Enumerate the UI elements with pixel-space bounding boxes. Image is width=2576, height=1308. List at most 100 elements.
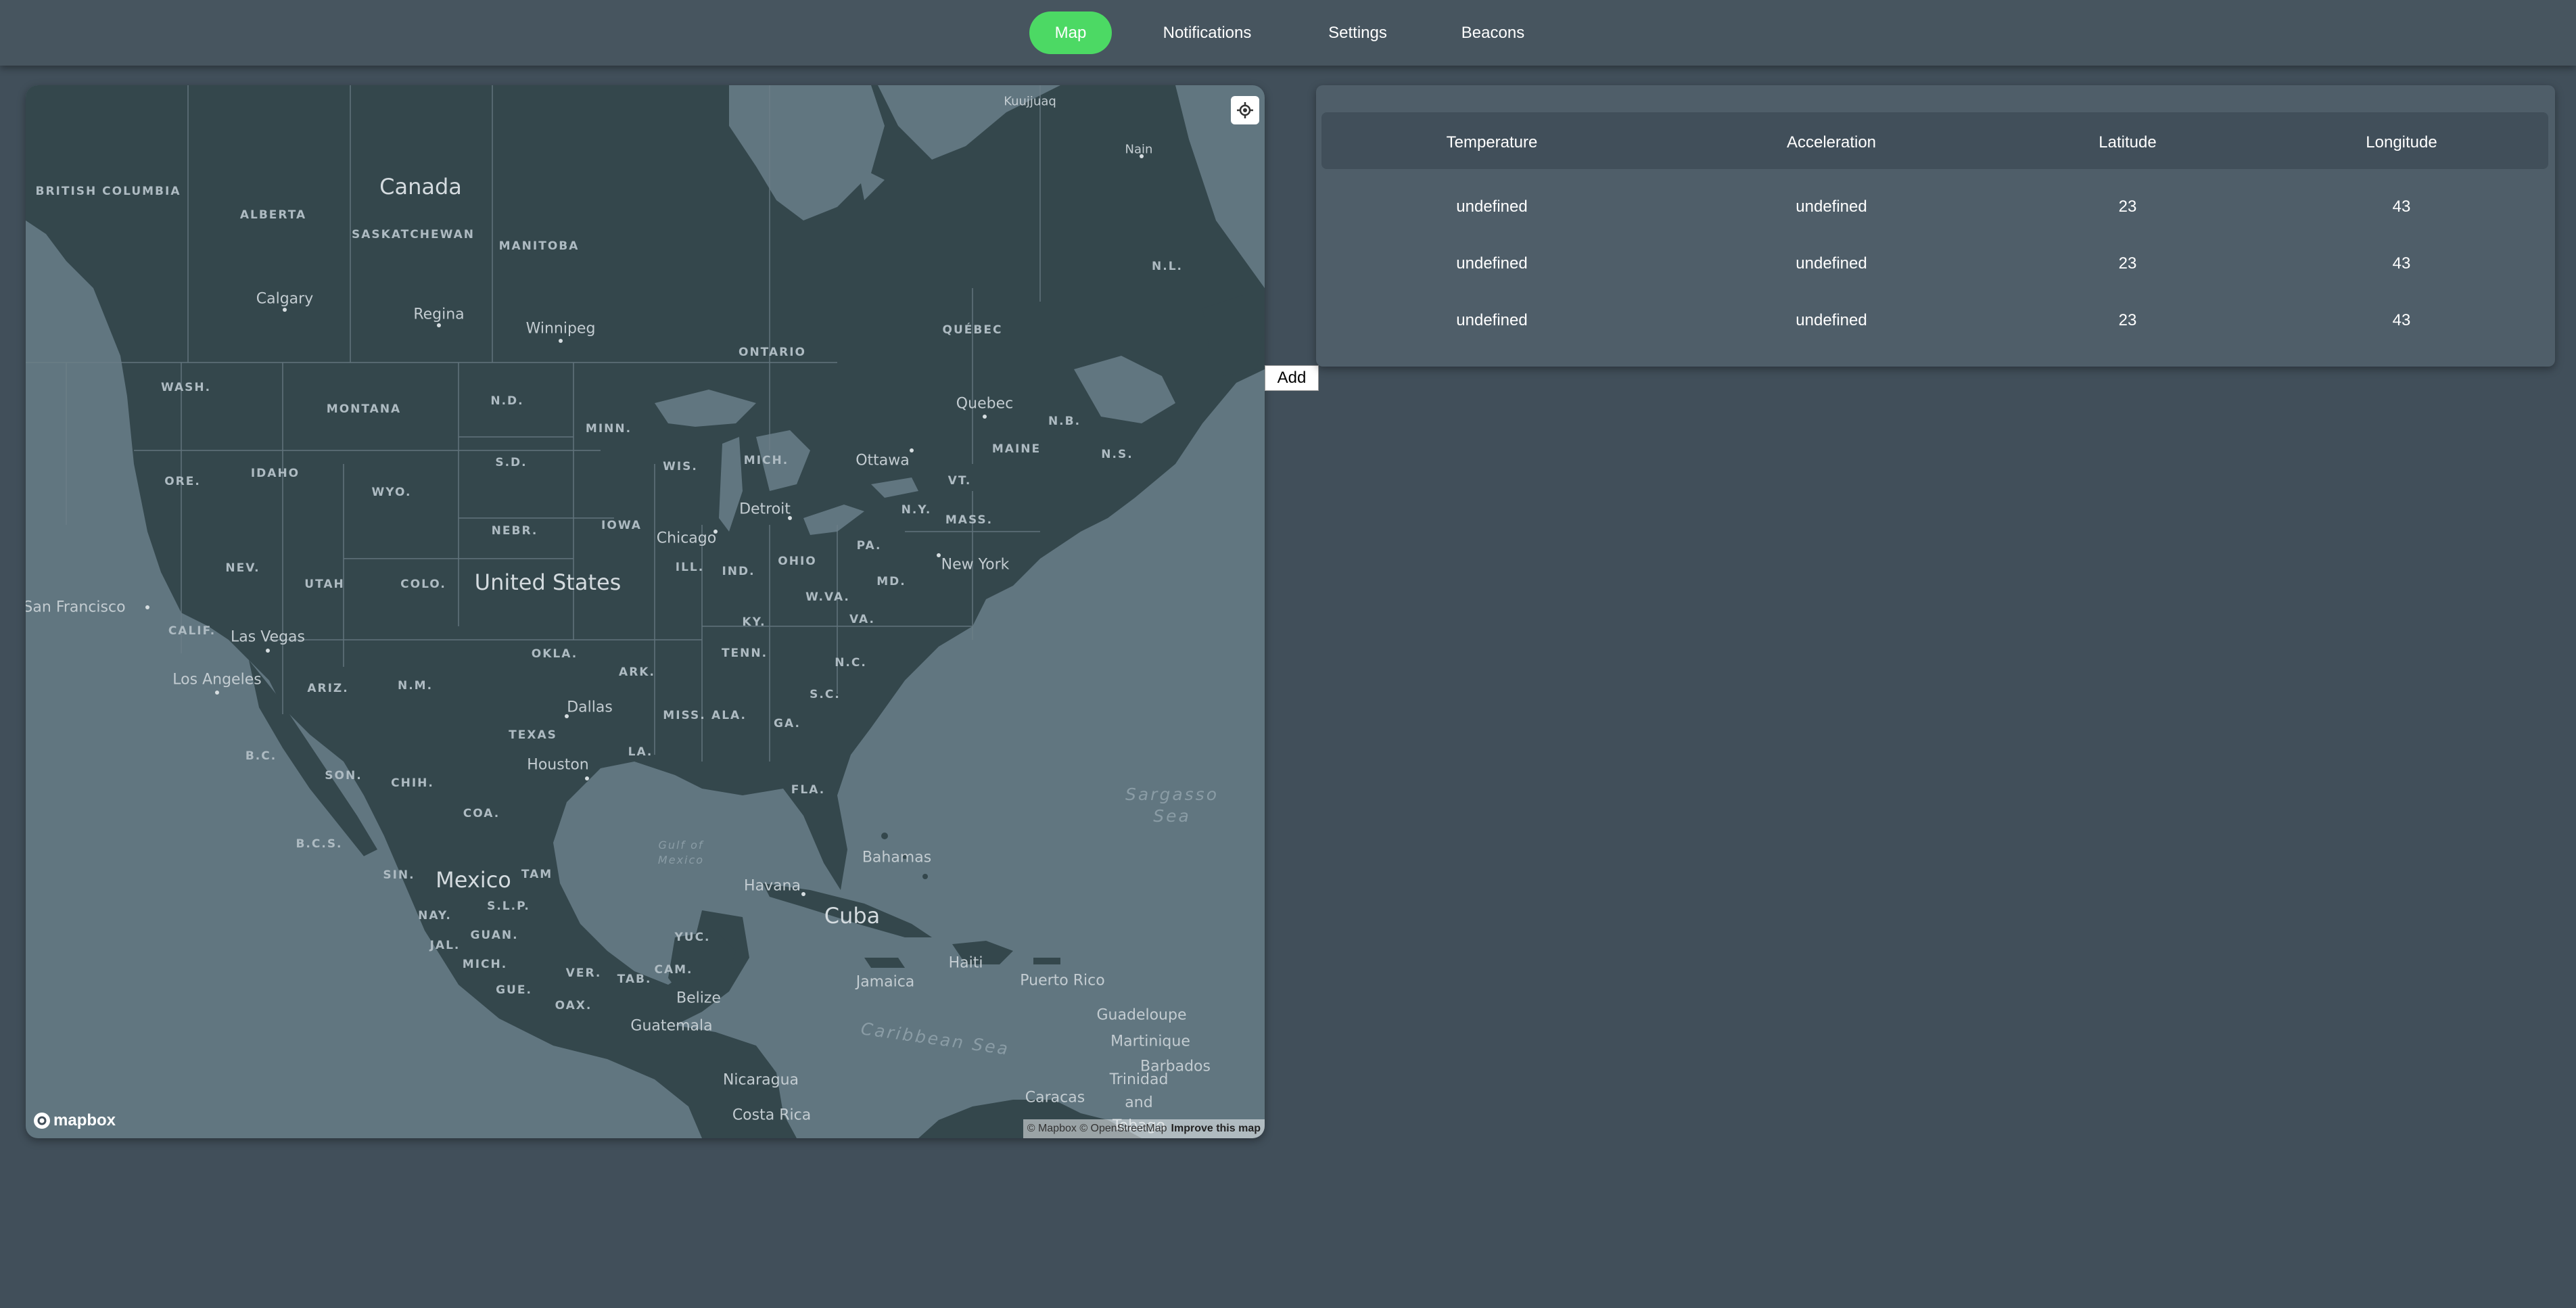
- map-label-saskatchewan: SASKATCHEWAN: [352, 228, 475, 241]
- map-label-guerrero: GUE.: [496, 983, 532, 997]
- map-label-minnesota: MINN.: [585, 422, 632, 436]
- map-label-oregon: ORE.: [164, 475, 201, 488]
- map-label-yucatan: YUC.: [674, 931, 711, 944]
- map-label-detroit: Detroit: [739, 500, 791, 518]
- map-label-united-states: United States: [474, 569, 622, 595]
- map-label-sargasso-sea: Sargasso Sea: [1125, 785, 1219, 826]
- cell-longitude: 43: [2392, 254, 2411, 273]
- cell-longitude: 43: [2392, 311, 2411, 329]
- map-label-michoacan: MICH.: [462, 958, 508, 971]
- column-header-acceleration[interactable]: Acceleration: [1787, 133, 1876, 152]
- map-label-south-dakota: S.D.: [495, 456, 528, 469]
- cell-temperature: undefined: [1456, 311, 1528, 329]
- attribution-text[interactable]: © Mapbox © OpenStreetMap: [1027, 1123, 1167, 1135]
- map-label-haiti: Haiti: [948, 954, 983, 972]
- map-label-quebec-province: QUÉBEC: [942, 323, 1003, 337]
- map-label-winnipeg: Winnipeg: [525, 320, 596, 337]
- map-attribution: © Mapbox © OpenStreetMap Improve this ma…: [1023, 1119, 1265, 1138]
- map-label-florida: FLA.: [791, 783, 826, 797]
- map-label-new-york: N.Y.: [901, 503, 932, 517]
- map-label-utah: UTAH: [304, 578, 345, 591]
- map-label-idaho: IDAHO: [250, 467, 300, 480]
- map-label-nayarit: NAY.: [418, 909, 452, 922]
- map-label-louisiana: LA.: [628, 745, 653, 759]
- map-label-chicago: Chicago: [656, 530, 717, 547]
- map-label-michigan: MICH.: [743, 454, 789, 467]
- cell-acceleration: undefined: [1796, 254, 1867, 273]
- map-label-campeche: CAM.: [654, 963, 693, 977]
- map-label-belize: Belize: [676, 989, 721, 1007]
- map-label-arizona: ARIZ.: [307, 682, 349, 695]
- map-label-bahamas: Bahamas: [862, 849, 932, 866]
- map-label-indiana: IND.: [722, 565, 755, 578]
- map-label-tabasco: TAB.: [617, 973, 652, 986]
- map-label-canada: Canada: [379, 174, 462, 200]
- cell-latitude: 23: [2118, 311, 2137, 329]
- map-label-costa-rica: Costa Rica: [732, 1106, 812, 1124]
- map-label-nebraska: NEBR.: [491, 524, 538, 538]
- top-navigation-bar: Map Notifications Settings Beacons: [0, 0, 2576, 66]
- map-label-puerto-rico: Puerto Rico: [1020, 972, 1105, 989]
- map-label-manitoba: MANITOBA: [498, 239, 580, 253]
- map-label-regina: Regina: [413, 306, 465, 323]
- map-view[interactable]: Canada United States Mexico Cuba BRITISH…: [26, 85, 1265, 1138]
- geolocate-button[interactable]: [1231, 96, 1259, 124]
- map-label-baja-california-sur: B.C.S.: [296, 837, 343, 851]
- map-label-nain: Nain: [1125, 142, 1153, 157]
- nav-tab-beacons[interactable]: Beacons: [1451, 11, 1535, 54]
- map-label-british-columbia: BRITISH COLUMBIA: [35, 185, 181, 198]
- mapbox-logo-text: mapbox: [53, 1111, 116, 1129]
- map-label-wyoming: WYO.: [371, 486, 412, 499]
- map-label-montana: MONTANA: [326, 402, 402, 416]
- map-label-los-angeles: Los Angeles: [172, 671, 262, 688]
- map-label-caracas: Caracas: [1025, 1089, 1085, 1106]
- beacon-data-table: Temperature Acceleration Latitude Longit…: [1316, 85, 2555, 367]
- nav-tab-notifications[interactable]: Notifications: [1150, 11, 1265, 54]
- map-label-texas: TEXAS: [509, 728, 557, 742]
- mapbox-logo-icon: [34, 1113, 50, 1129]
- nav-tab-map[interactable]: Map: [1029, 11, 1112, 54]
- map-label-alberta: ALBERTA: [239, 208, 307, 222]
- improve-map-link[interactable]: Improve this map: [1171, 1123, 1261, 1135]
- cell-temperature: undefined: [1456, 197, 1528, 216]
- map-label-maryland: MD.: [876, 575, 906, 588]
- crosshair-icon: [1237, 102, 1253, 118]
- map-label-jamaica: Jamaica: [856, 973, 915, 991]
- map-label-oklahoma: OKLA.: [531, 647, 578, 661]
- map-label-virginia: VA.: [849, 613, 875, 626]
- cell-temperature: undefined: [1456, 254, 1528, 273]
- map-label-san-luis-potosi: S.L.P.: [487, 900, 530, 913]
- column-header-latitude[interactable]: Latitude: [2099, 133, 2156, 152]
- map-label-havana: Havana: [744, 877, 801, 895]
- map-label-washington: WASH.: [160, 381, 212, 394]
- map-label-jalisco: JAL.: [429, 939, 461, 952]
- map-label-iowa: IOWA: [601, 519, 642, 532]
- map-label-pennsylvania: PA.: [856, 539, 882, 553]
- map-label-kentucky: KY.: [742, 615, 766, 629]
- cell-latitude: 23: [2118, 197, 2137, 216]
- map-label-chihuahua: CHIH.: [391, 776, 434, 790]
- add-button[interactable]: Add: [1265, 365, 1319, 391]
- map-label-vermont: VT.: [947, 474, 972, 488]
- nav-tab-settings[interactable]: Settings: [1315, 11, 1400, 54]
- map-label-illinois: ILL.: [675, 561, 705, 574]
- column-header-longitude[interactable]: Longitude: [2366, 133, 2437, 152]
- map-label-newfoundland: N.L.: [1152, 260, 1183, 273]
- mapbox-logo[interactable]: mapbox: [34, 1111, 116, 1130]
- map-label-west-virginia: W.VA.: [805, 590, 850, 604]
- map-label-maine: MAINE: [991, 442, 1041, 456]
- map-label-houston: Houston: [527, 756, 589, 774]
- map-label-martinique: Martinique: [1110, 1033, 1190, 1050]
- map-label-sinaloa: SIN.: [383, 868, 415, 882]
- map-label-kuujjuaq: Kuujjuaq: [1004, 94, 1056, 109]
- map-label-calgary: Calgary: [256, 290, 314, 308]
- map-label-south-carolina: S.C.: [810, 688, 841, 701]
- map-label-coahuila: COA.: [463, 807, 500, 820]
- map-label-guanajuato: GUAN.: [470, 929, 519, 942]
- map-label-new-mexico: N.M.: [397, 679, 434, 693]
- map-label-north-carolina: N.C.: [835, 656, 867, 670]
- column-header-temperature[interactable]: Temperature: [1447, 133, 1538, 152]
- cell-latitude: 23: [2118, 254, 2137, 273]
- map-label-baja-california: B.C.: [245, 749, 277, 763]
- map-label-guatemala: Guatemala: [630, 1017, 713, 1035]
